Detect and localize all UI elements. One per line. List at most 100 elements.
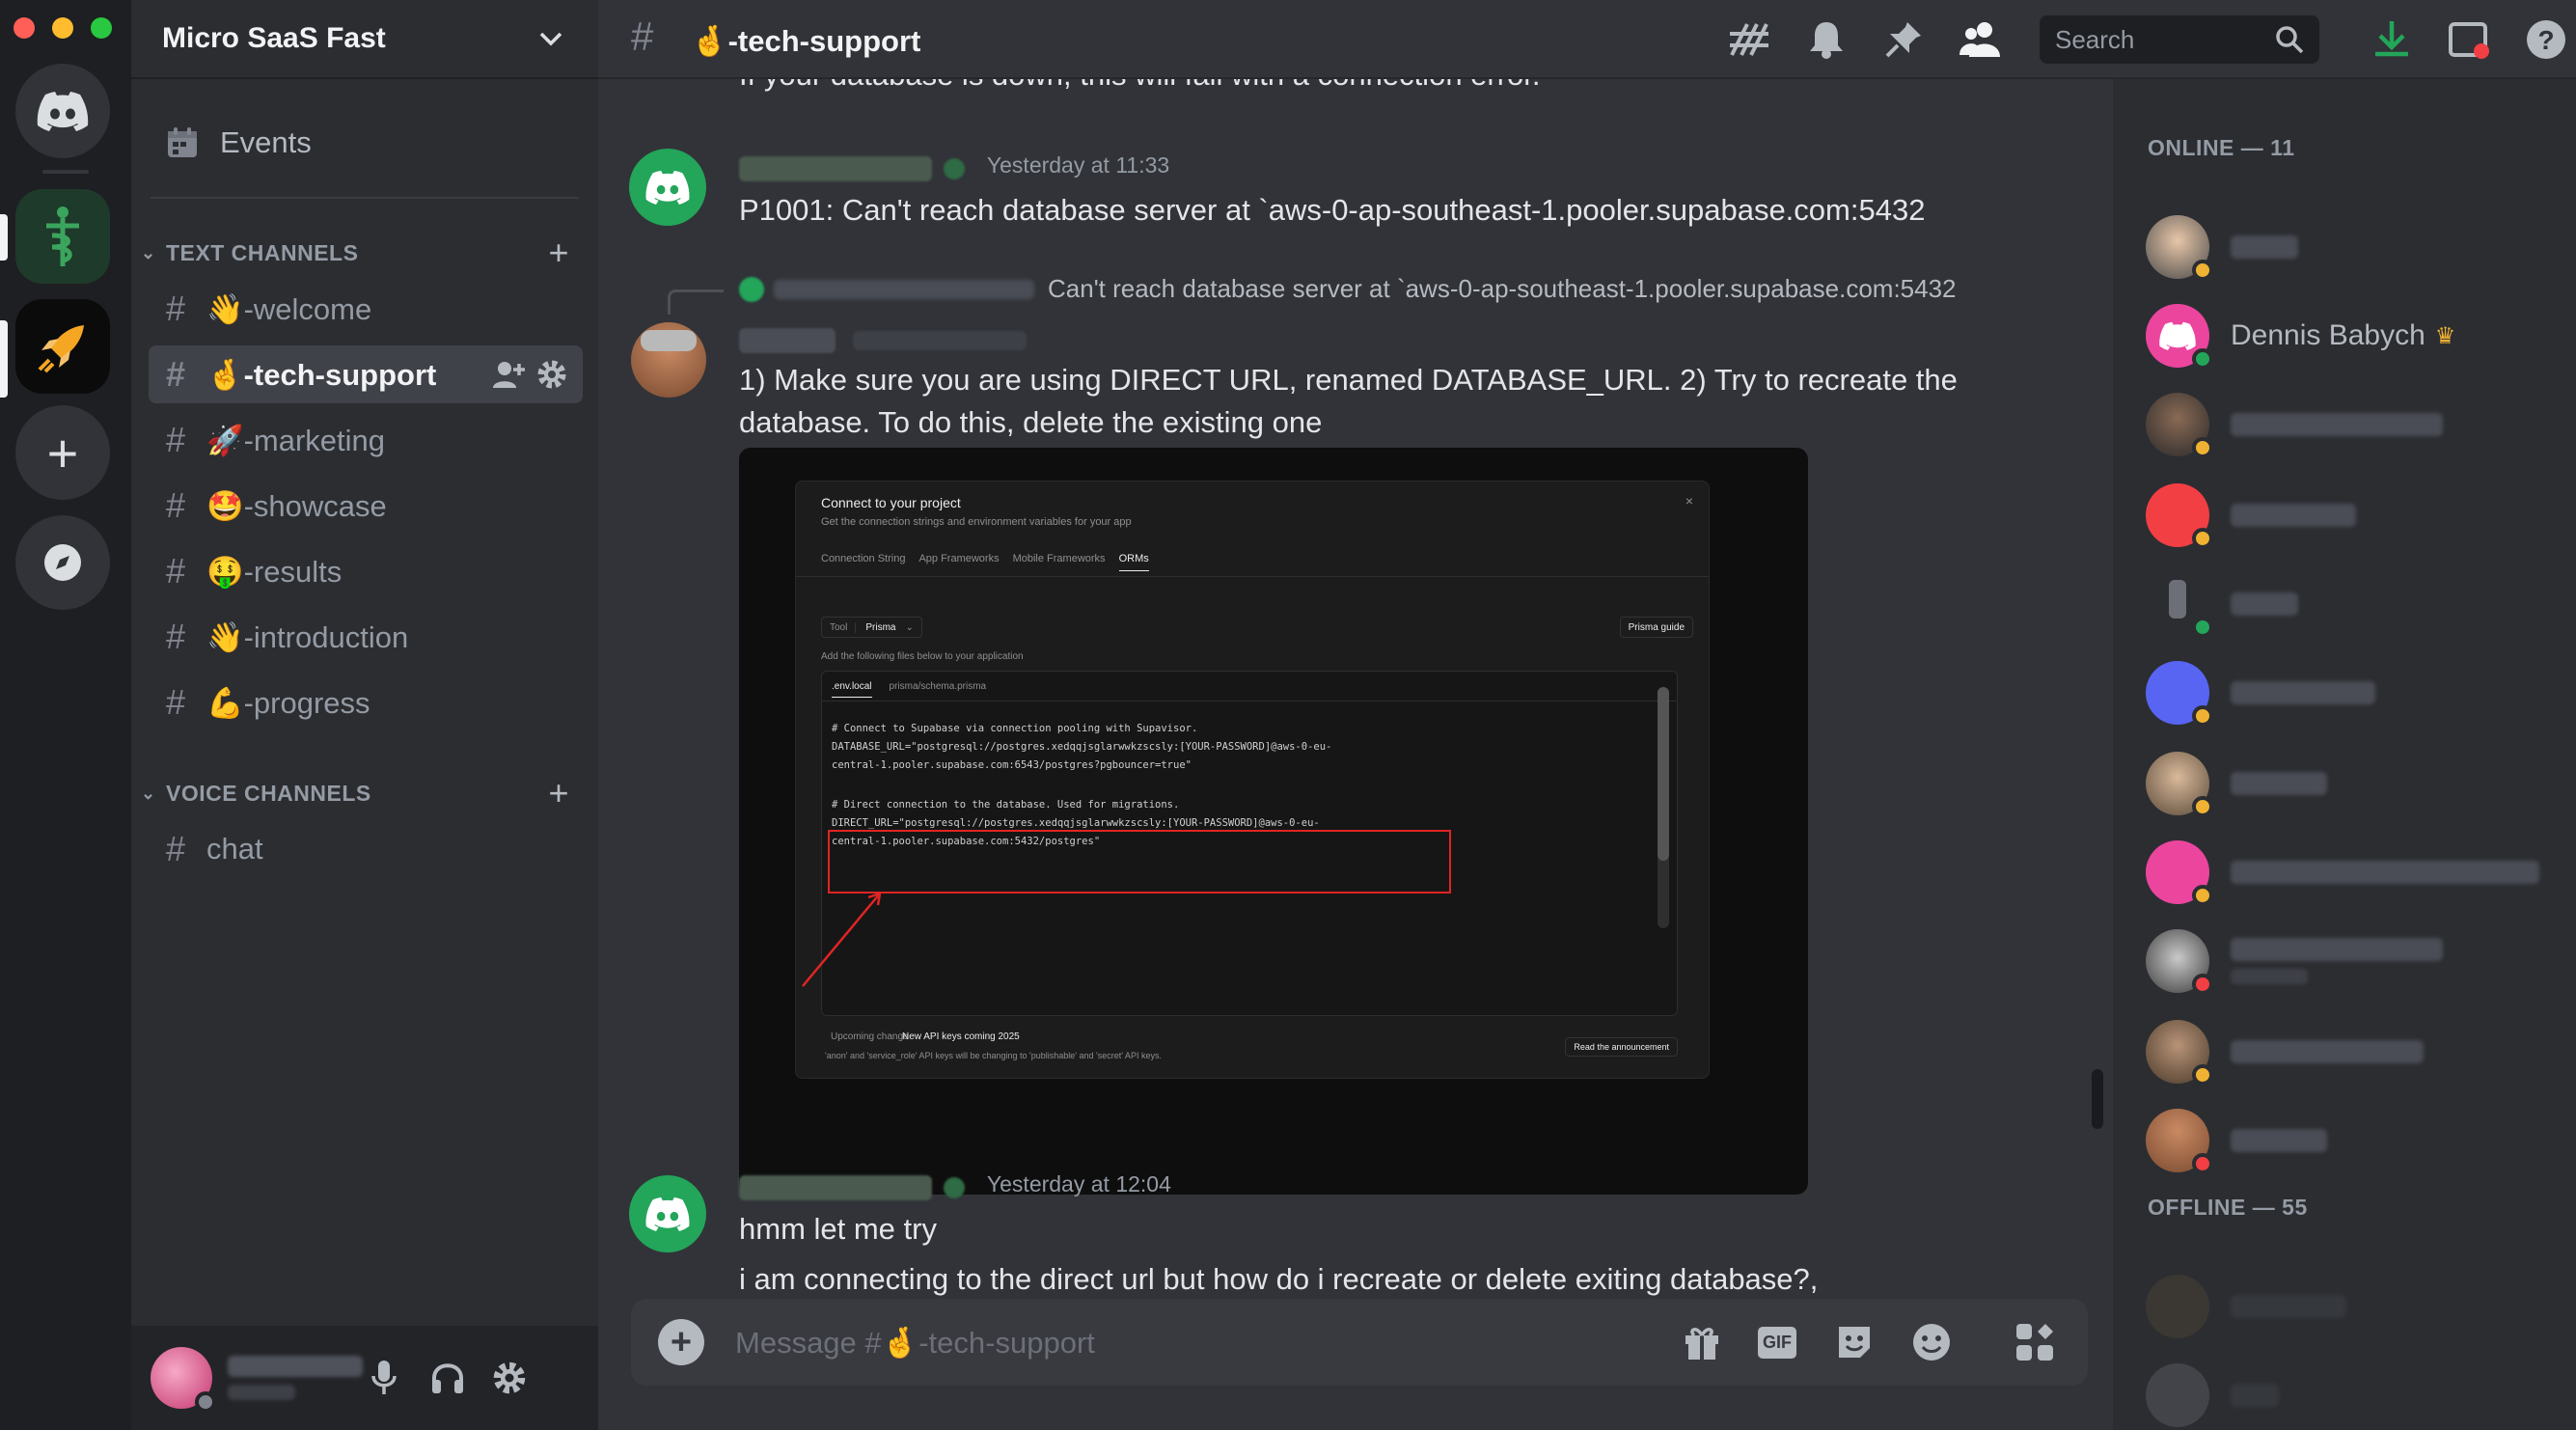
member-item[interactable] xyxy=(2146,565,2561,643)
gif-label: GIF xyxy=(1758,1326,1796,1359)
tab-orms[interactable]: ORMs xyxy=(1118,553,1149,571)
member-list-icon[interactable] xyxy=(1959,17,2003,62)
server-icon-micro-saas[interactable] xyxy=(15,299,110,394)
tab-app-frameworks[interactable]: App Frameworks xyxy=(918,553,999,571)
member-item[interactable] xyxy=(2146,1102,2561,1179)
close-window-button[interactable] xyxy=(14,17,35,39)
username[interactable] xyxy=(739,328,836,353)
channel-showcase[interactable]: # 🤩-showcase xyxy=(149,477,583,535)
dialog-subtitle: Get the connection strings and environme… xyxy=(821,516,1132,528)
member-item[interactable] xyxy=(2146,1268,2561,1345)
read-announcement-button[interactable]: Read the announcement xyxy=(1565,1037,1678,1057)
minimize-window-button[interactable] xyxy=(52,17,73,39)
headphones-icon[interactable] xyxy=(426,1357,469,1399)
discord-icon xyxy=(645,1196,690,1231)
bell-icon[interactable] xyxy=(1804,17,1849,62)
member-item[interactable]: Dennis Babych ♛ xyxy=(2146,297,2561,374)
member-name xyxy=(2231,1384,2279,1407)
create-channel-button[interactable]: + xyxy=(548,233,569,273)
reply-preview[interactable]: Can't reach database server at `aws-0-ap… xyxy=(739,274,1957,304)
avatar xyxy=(2146,1109,2213,1174)
member-item[interactable] xyxy=(2146,654,2561,731)
add-server-button[interactable]: + xyxy=(15,405,110,500)
member-name xyxy=(2231,1129,2327,1152)
attachment-image[interactable]: Connect to your project Get the connecti… xyxy=(739,448,1808,1195)
hashtag-icon: # xyxy=(166,289,186,328)
search-placeholder: Search xyxy=(2055,24,2135,54)
server-header[interactable]: Micro SaaS Fast xyxy=(131,0,598,79)
username[interactable] xyxy=(739,155,932,181)
create-invite-icon[interactable] xyxy=(492,360,525,389)
gift-icon[interactable] xyxy=(1679,1319,1725,1365)
gif-button[interactable]: GIF xyxy=(1754,1319,1800,1365)
hashtag-icon: # xyxy=(166,617,186,656)
channel-chat[interactable]: # chat xyxy=(149,820,583,878)
member-item[interactable] xyxy=(2146,745,2561,822)
instruction-text: Add the following files below to your ap… xyxy=(821,651,1024,662)
chevron-down-icon: ⌄ xyxy=(141,242,156,262)
member-item[interactable] xyxy=(2146,1013,2561,1090)
avatar xyxy=(2146,929,2213,995)
online-header: ONLINE — 11 xyxy=(2148,135,2295,160)
channel-tech-support[interactable]: # 🤞-tech-support xyxy=(149,345,583,403)
threads-icon[interactable] xyxy=(1727,17,1771,62)
avatar[interactable] xyxy=(631,322,706,398)
help-icon[interactable]: ? xyxy=(2524,17,2568,62)
channel-results[interactable]: # 🤑-results xyxy=(149,542,583,600)
channel-marketing[interactable]: # 🚀-marketing xyxy=(149,411,583,469)
upload-button[interactable]: + xyxy=(658,1319,704,1365)
channel-welcome[interactable]: # 👋-welcome xyxy=(149,280,583,338)
direct-messages-button[interactable] xyxy=(15,64,110,158)
username[interactable] xyxy=(739,1174,932,1200)
channel-progress[interactable]: # 💪-progress xyxy=(149,674,583,731)
member-name xyxy=(2231,413,2443,436)
file-tab-env[interactable]: .env.local xyxy=(832,681,872,698)
member-item[interactable] xyxy=(2146,386,2561,463)
maximize-window-button[interactable] xyxy=(91,17,112,39)
member-name xyxy=(2231,504,2356,527)
member-item[interactable] xyxy=(2146,922,2561,1000)
tab-mobile-frameworks[interactable]: Mobile Frameworks xyxy=(1013,553,1106,571)
pin-icon[interactable] xyxy=(1881,17,1926,62)
message-input[interactable]: Message #🤞-tech-support xyxy=(735,1325,1603,1361)
avatar[interactable] xyxy=(629,149,706,226)
download-icon[interactable] xyxy=(2370,17,2414,62)
hashtag-icon: # xyxy=(166,551,186,591)
scrollbar[interactable] xyxy=(2092,1069,2103,1129)
channel-label: 👋-welcome xyxy=(206,291,372,326)
server-icon-green[interactable] xyxy=(15,189,110,284)
user-settings-gear-icon[interactable] xyxy=(488,1357,531,1399)
text-channels-category[interactable]: ⌄ TEXT CHANNELS + xyxy=(141,233,589,273)
apps-icon[interactable] xyxy=(2011,1318,2059,1366)
member-item[interactable] xyxy=(2146,834,2561,911)
hashtag-icon: # xyxy=(166,485,186,525)
file-tab-schema[interactable]: prisma/schema.prisma xyxy=(890,681,987,698)
file-tabs: .env.local prisma/schema.prisma xyxy=(832,681,986,698)
avatar[interactable] xyxy=(629,1175,706,1252)
calendar-icon xyxy=(168,127,197,157)
voice-channels-category[interactable]: ⌄ VOICE CHANNELS + xyxy=(141,773,589,813)
member-item[interactable] xyxy=(2146,477,2561,554)
prisma-guide-button[interactable]: Prisma guide xyxy=(1619,617,1693,638)
close-icon[interactable]: × xyxy=(1685,493,1693,509)
emoji-icon[interactable] xyxy=(1908,1319,1955,1365)
scrollbar[interactable] xyxy=(1658,687,1669,928)
upcoming-label: Upcoming change xyxy=(831,1031,909,1042)
member-item[interactable] xyxy=(2146,1357,2561,1430)
microphone-icon[interactable] xyxy=(363,1357,405,1399)
channel-introduction[interactable]: # 👋-introduction xyxy=(149,608,583,666)
create-channel-button[interactable]: + xyxy=(548,773,569,813)
member-item[interactable] xyxy=(2146,208,2561,286)
avatar[interactable] xyxy=(151,1347,216,1413)
channel-label: chat xyxy=(206,832,263,866)
gear-icon[interactable] xyxy=(536,359,567,390)
server-name: Micro SaaS Fast xyxy=(162,22,386,54)
tab-connection-string[interactable]: Connection String xyxy=(821,553,905,571)
discover-button[interactable] xyxy=(15,515,110,610)
sticker-icon[interactable] xyxy=(1831,1319,1877,1365)
inbox-icon[interactable] xyxy=(2447,17,2491,62)
tool-selector[interactable]: Tool Prisma ⌄ xyxy=(821,617,922,638)
events-item[interactable]: Events xyxy=(149,114,583,172)
search-input[interactable]: Search xyxy=(2040,15,2319,64)
server-rail: + xyxy=(0,0,131,1430)
